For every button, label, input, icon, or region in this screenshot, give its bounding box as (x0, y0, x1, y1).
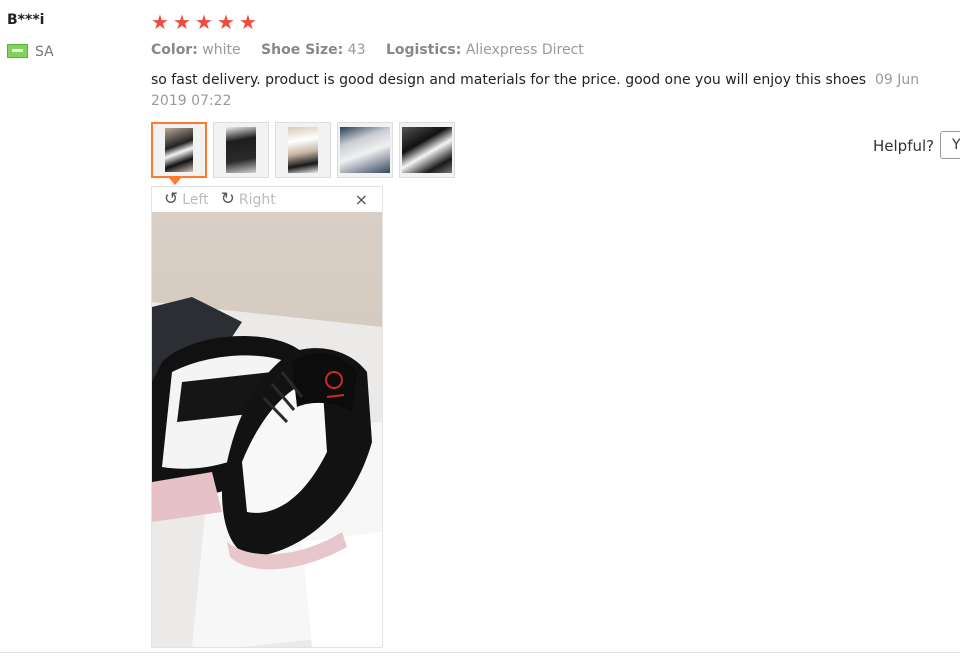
rotate-left-icon: ↺ (164, 189, 179, 209)
photo-thumbnail-icon (340, 127, 390, 173)
helpful-yes-button[interactable]: Y (940, 131, 960, 159)
rotate-right-button[interactable]: ↻ Right (221, 191, 276, 208)
thumbnail-3[interactable] (275, 122, 331, 178)
close-icon[interactable]: × (355, 190, 368, 209)
photo-thumbnail-icon (402, 127, 452, 173)
photo-thumbnail-icon (226, 127, 256, 173)
reviewer-country: SA (35, 44, 54, 60)
helpful-label: Helpful? (873, 137, 935, 155)
viewer-toolbar: ↺ Left ↻ Right × (152, 187, 382, 212)
sneaker-photo-image (152, 212, 382, 647)
image-viewer: ↺ Left ↻ Right × (151, 186, 383, 648)
photo-thumbnail-icon (288, 127, 318, 173)
star-rating: ★ ★ ★ ★ ★ (151, 10, 257, 34)
reviewer-name: B***i (7, 12, 45, 28)
star-icon: ★ (173, 10, 191, 34)
rotate-right-icon: ↻ (220, 189, 235, 209)
bottom-divider (0, 652, 960, 653)
thumbnail-1[interactable] (151, 122, 207, 178)
star-icon: ★ (217, 10, 235, 34)
attribute-logistics: Logistics: Aliexpress Direct (385, 42, 584, 58)
active-thumbnail-caret-icon (169, 178, 181, 185)
star-icon: ★ (195, 10, 213, 34)
product-attributes: Color: white Shoe Size: 43 Logistics: Al… (151, 42, 600, 58)
review-text: so fast delivery. product is good design… (151, 72, 867, 88)
thumbnail-2[interactable] (213, 122, 269, 178)
star-icon: ★ (151, 10, 169, 34)
photo-thumbnail-icon (165, 128, 193, 172)
country-flag-icon (7, 44, 28, 58)
thumbnail-4[interactable] (337, 122, 393, 178)
rotate-left-button[interactable]: ↺ Left (164, 191, 209, 208)
star-icon: ★ (239, 10, 257, 34)
attribute-color: Color: white (151, 42, 241, 58)
photo-thumbnails (151, 122, 455, 178)
review-body: so fast delivery. product is good design… (151, 70, 951, 112)
attribute-shoe-size: Shoe Size: 43 (261, 42, 366, 58)
rotate-left-label: Left (182, 191, 209, 208)
review-photo (152, 212, 382, 647)
rotate-right-label: Right (238, 191, 276, 208)
thumbnail-5[interactable] (399, 122, 455, 178)
